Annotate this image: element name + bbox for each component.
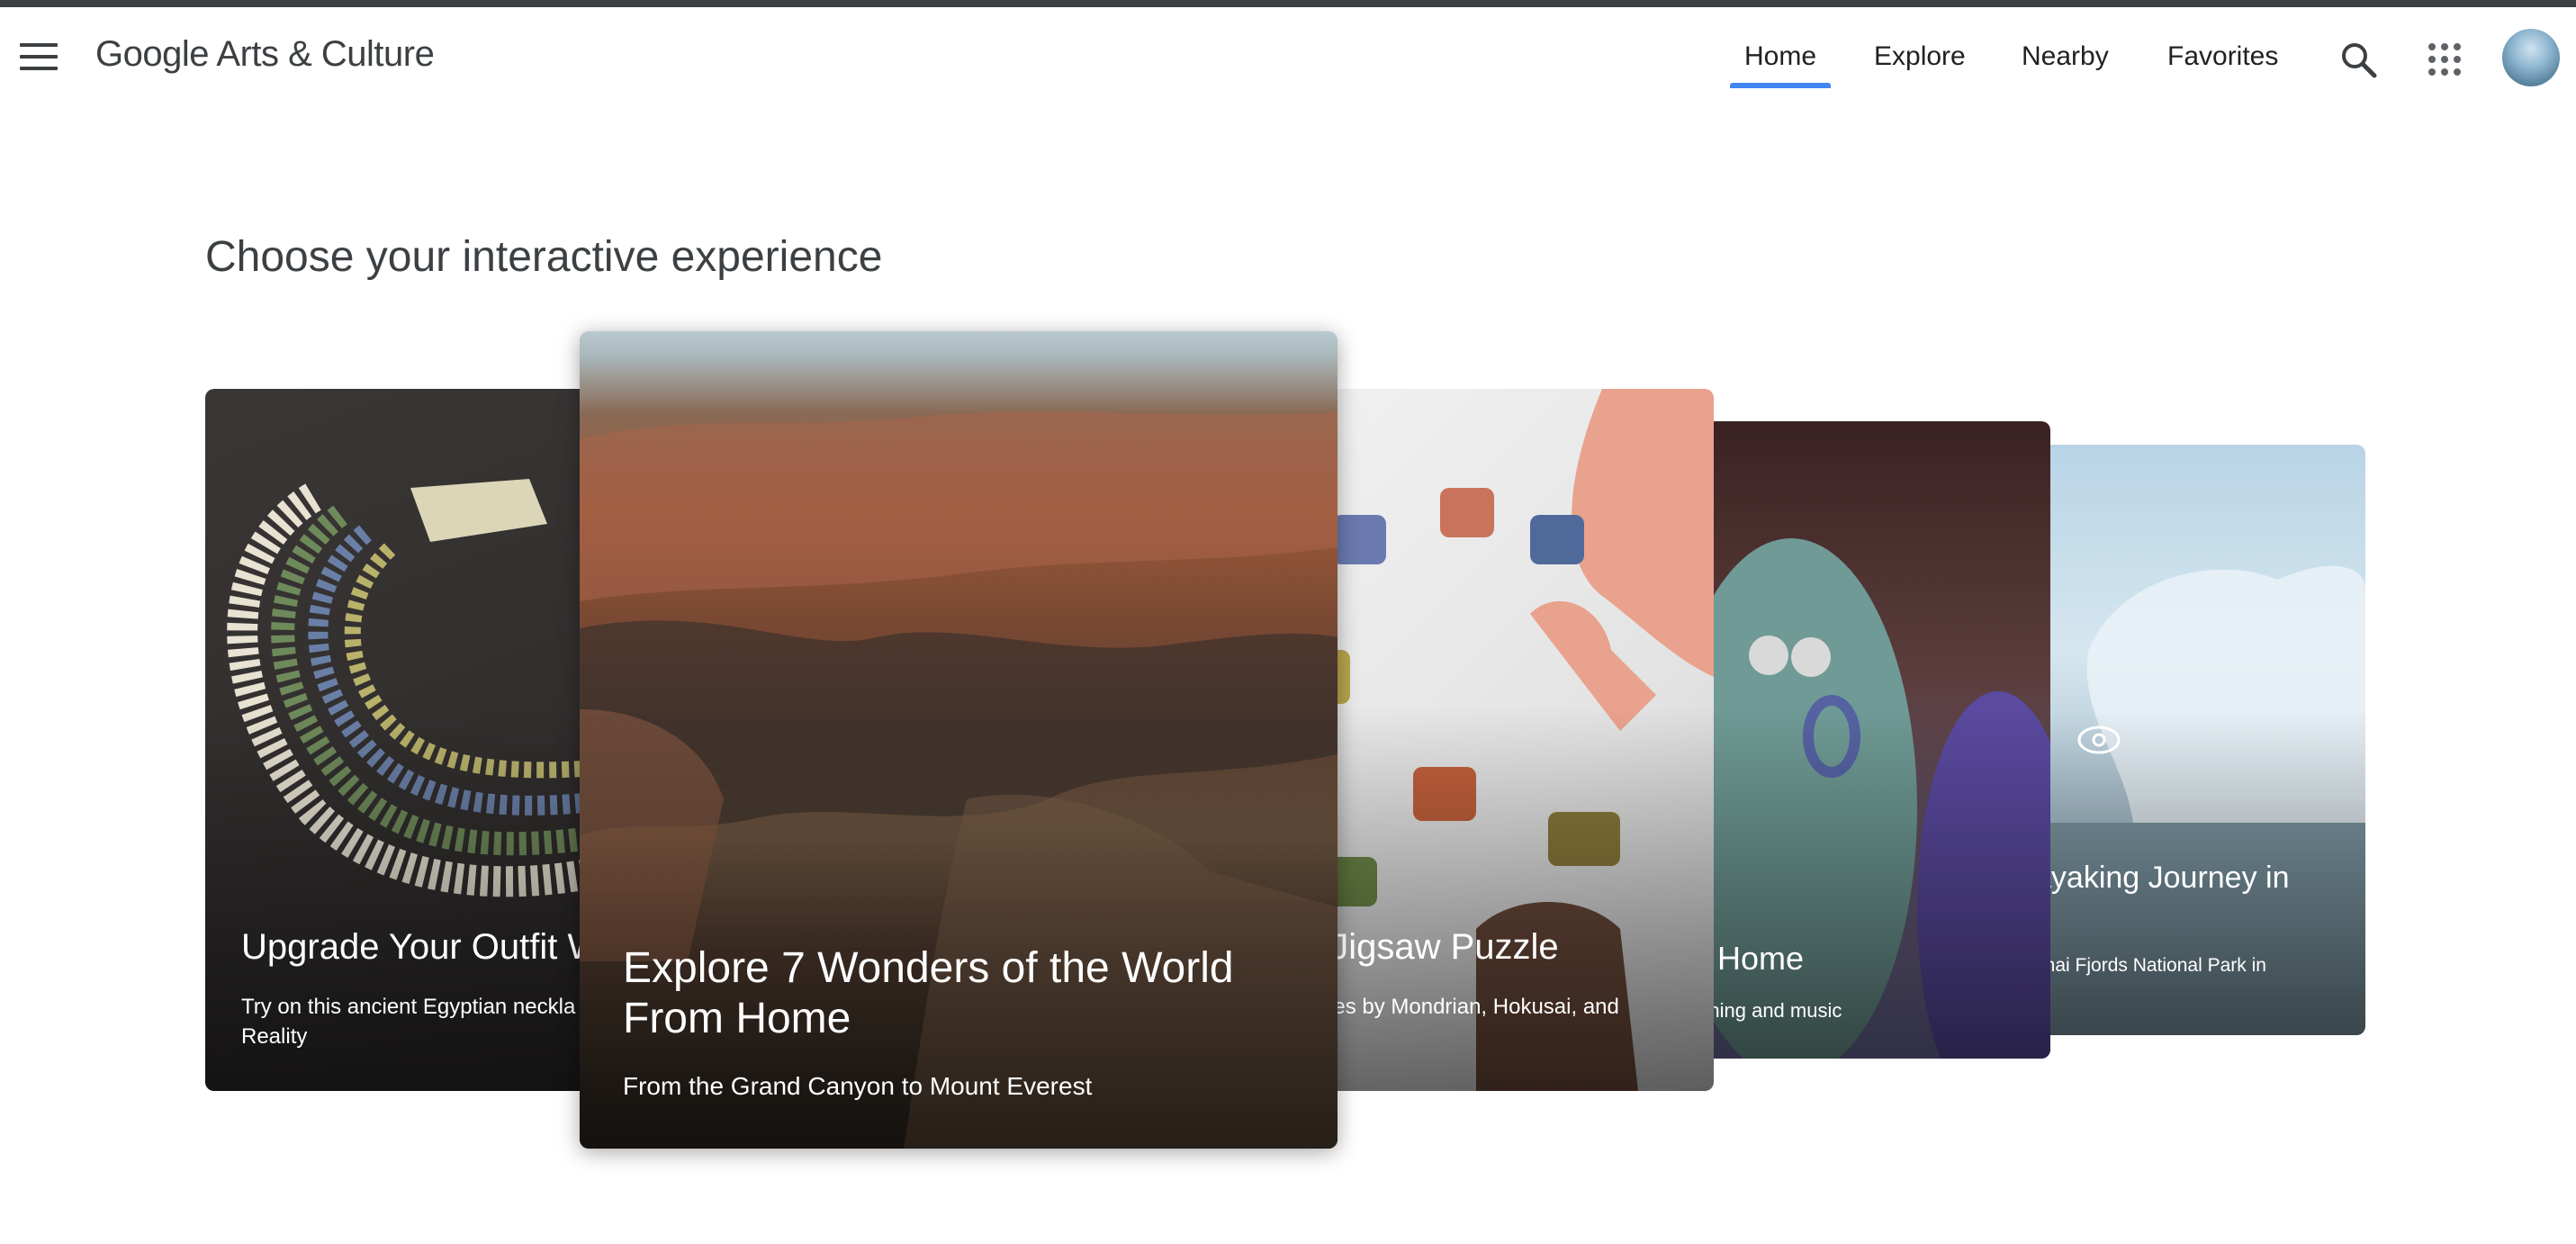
card-title: Explore 7 Wonders of the World From Home (623, 944, 1234, 1042)
nav-explore[interactable]: Explore (1874, 41, 1966, 72)
menu-icon[interactable] (20, 43, 58, 72)
card-title: Upgrade Your Outfit W (241, 927, 602, 967)
card-7-wonders[interactable]: Explore 7 Wonders of the World From Home… (580, 331, 1338, 1149)
search-icon[interactable] (2338, 40, 2378, 79)
card-egyptian-necklace[interactable]: Upgrade Your Outfit W Try on this ancien… (205, 389, 610, 1091)
nav-active-indicator (1730, 83, 1831, 88)
nav-favorites[interactable]: Favorites (2167, 41, 2278, 72)
card-subtitle: enai Fjords National Park in (2034, 955, 2266, 976)
page-title: Choose your interactive experience (205, 233, 883, 281)
card-subtitle: Try on this ancient Egyptian neckla Real… (241, 995, 576, 1049)
nav-home[interactable]: Home (1744, 41, 1816, 72)
card-title: ayaking Journey in (2034, 861, 2290, 895)
card-subtitle: From the Grand Canyon to Mount Everest (623, 1072, 1093, 1100)
app-header: Google Arts & Culture Home Explore Nearb… (0, 7, 2576, 108)
top-strip (0, 0, 2576, 7)
apps-grid-icon[interactable] (2427, 41, 2463, 77)
360-view-icon (2077, 726, 2121, 754)
logo[interactable]: Google Arts & Culture (95, 34, 435, 75)
user-avatar[interactable] (2502, 29, 2560, 86)
card-subtitle: eces by Mondrian, Hokusai, and (1311, 995, 1619, 1019)
nav-nearby[interactable]: Nearby (2022, 41, 2109, 72)
card-title: t Jigsaw Puzzle (1311, 927, 1559, 967)
